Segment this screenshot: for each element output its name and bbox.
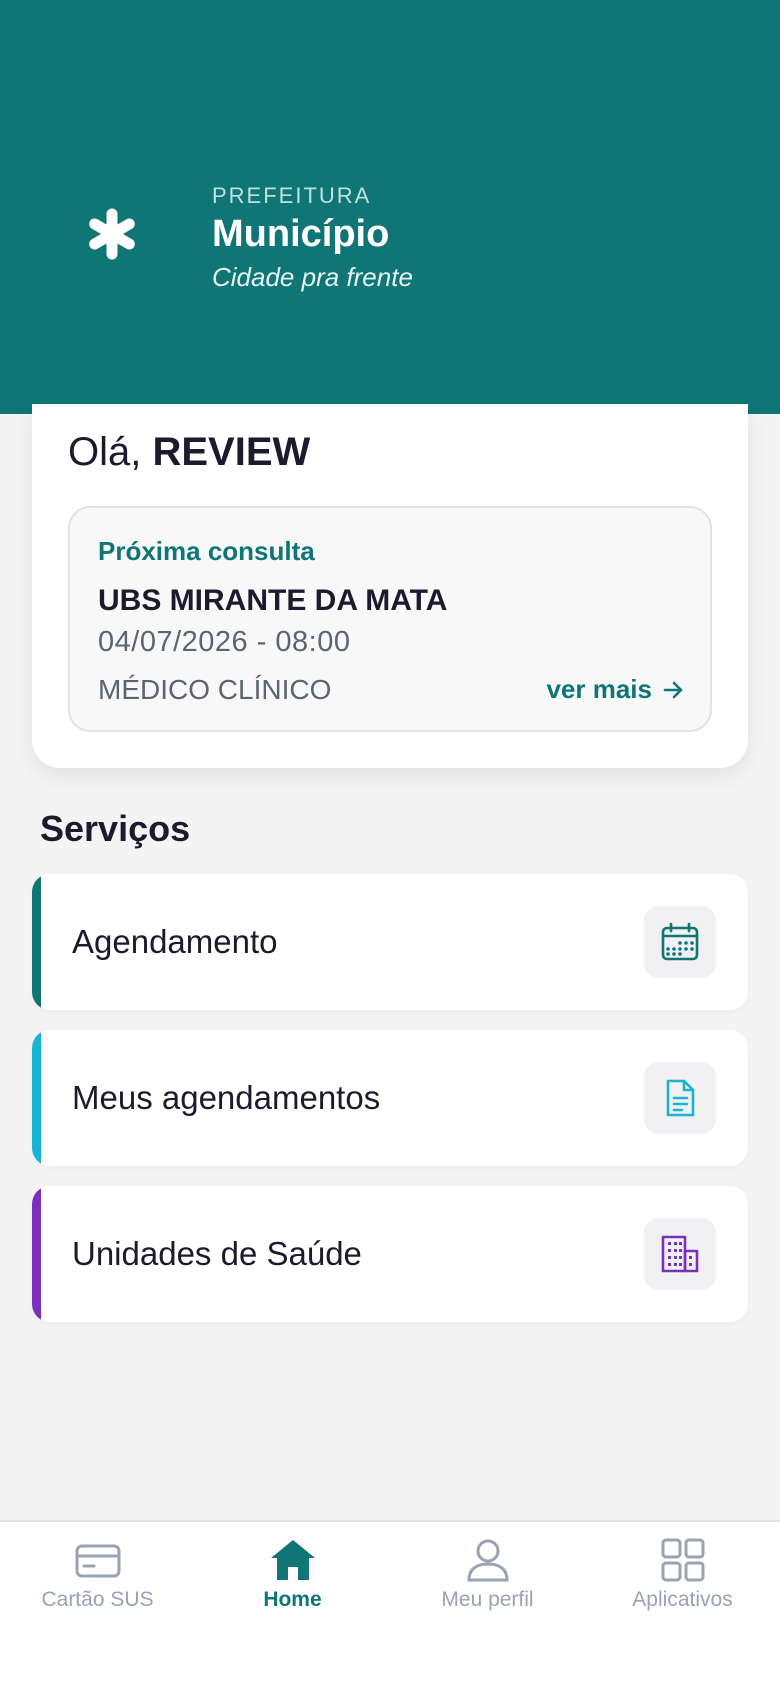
app-header: PREFEITURA Município Cidade pra frente — [0, 0, 780, 414]
next-appointment-card[interactable]: Próxima consulta UBS MIRANTE DA MATA 04/… — [68, 506, 712, 732]
tab-label: Home — [263, 1588, 322, 1611]
next-appointment-kicker: Próxima consulta — [98, 536, 315, 566]
service-icon-box — [644, 1218, 716, 1290]
service-icon-box — [644, 1062, 716, 1134]
service-accent-bar — [32, 874, 41, 1010]
calendar-icon — [661, 922, 699, 961]
building-icon — [661, 1235, 699, 1273]
card-icon — [75, 1544, 120, 1578]
ver-mais-label: ver mais — [546, 674, 652, 704]
asterisk-icon — [89, 208, 135, 260]
appointment-unit: UBS MIRANTE DA MATA — [98, 584, 448, 617]
user-icon — [466, 1539, 509, 1582]
greeting-hello: Olá, — [68, 430, 142, 474]
tab-label: Cartão SUS — [41, 1588, 154, 1611]
tab-label: Meu perfil — [441, 1588, 534, 1611]
brand-slogan: Cidade pra frente — [212, 262, 413, 292]
service-unidades-de-saude[interactable]: Unidades de Saúde — [32, 1186, 748, 1322]
bottom-tab-bar: Cartão SUS Home Meu perfil Aplicativos — [0, 1520, 780, 1688]
service-label: Agendamento — [72, 923, 278, 960]
tab-aplicativos[interactable]: Aplicativos — [585, 1522, 780, 1642]
service-accent-bar — [32, 1186, 41, 1322]
services-title: Serviços — [40, 808, 191, 849]
appointment-datetime: 04/07/2026 - 08:00 — [98, 626, 351, 658]
brand-title: Município — [212, 213, 390, 255]
service-icon-box — [644, 906, 716, 978]
service-accent-bar — [32, 1030, 41, 1166]
service-label: Unidades de Saúde — [72, 1235, 362, 1272]
greeting: Olá, REVIEW — [68, 428, 310, 476]
tab-label: Aplicativos — [632, 1588, 733, 1611]
tab-meu-perfil[interactable]: Meu perfil — [390, 1522, 585, 1642]
brand-kicker: PREFEITURA — [212, 183, 372, 208]
tab-home[interactable]: Home — [195, 1522, 390, 1642]
tab-cartao-sus[interactable]: Cartão SUS — [0, 1522, 195, 1642]
home-icon — [270, 1540, 315, 1580]
grid-icon — [661, 1538, 704, 1582]
ver-mais-link[interactable]: ver mais — [546, 674, 684, 705]
service-meus-agendamentos[interactable]: Meus agendamentos — [32, 1030, 748, 1166]
document-icon — [666, 1079, 695, 1117]
service-agendamento[interactable]: Agendamento — [32, 874, 748, 1010]
brand-block: PREFEITURA Município Cidade pra frente — [212, 183, 413, 293]
service-label: Meus agendamentos — [72, 1079, 381, 1116]
user-name: REVIEW — [152, 430, 311, 474]
greeting-card: Olá, REVIEW Próxima consulta UBS MIRANTE… — [32, 404, 748, 768]
appointment-specialty: MÉDICO CLÍNICO — [98, 674, 332, 705]
arrow-right-icon — [663, 681, 683, 698]
